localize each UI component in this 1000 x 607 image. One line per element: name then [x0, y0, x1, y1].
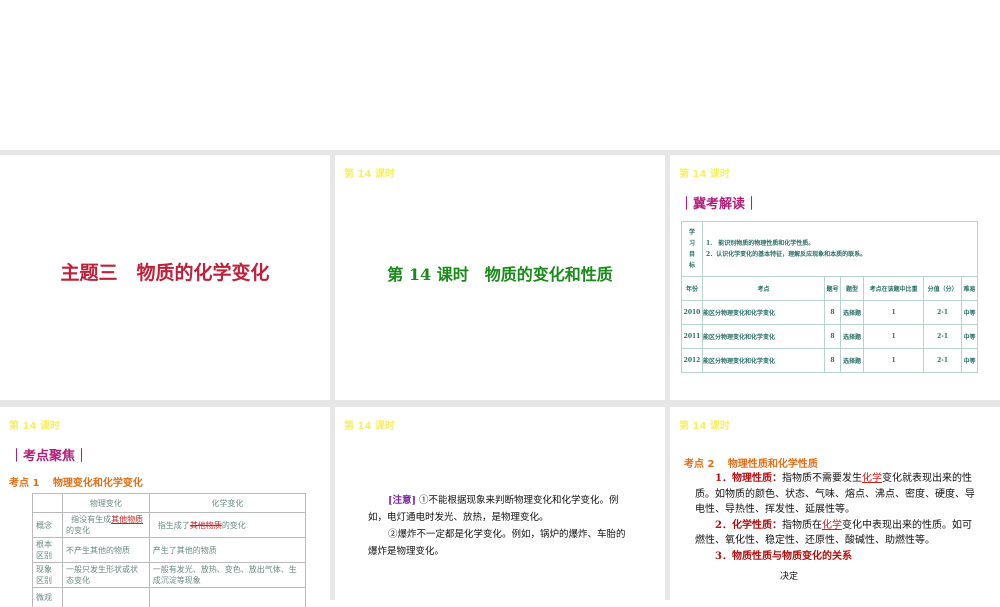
slide-4-thumbnail[interactable]: 第 14 课时 ｜考点聚焦｜ 考点 1 物理变化和化学变化 物理变化 化学变化 概… — [0, 407, 330, 607]
slide-5-thumbnail[interactable]: 第 14 课时 [注意] ①不能根据现象来判断物理变化和化学变化。例如，电灯通电… — [335, 407, 665, 607]
kaodian-title: 考点 2 物理性质和化学性质 — [684, 459, 818, 470]
table-header: 年份 考点 题号 题型 考点在该题中比重 分值（分） 难易 — [681, 276, 978, 301]
note-text: [注意] ①不能根据现象来判断物理变化和化学变化。例如，电灯通电时发光、放热，是… — [368, 495, 626, 557]
table-row: 2011 能区分物理变化和化学变化 8 选择题 1 2-1 中等 — [681, 324, 978, 349]
exam-table: 学习目标 1. 能识别物质的物理性质和化学性质。 2．认识化学变化的基本特征，理解… — [681, 221, 978, 373]
properties-text: 1．物理性质：指物质不需要发生化学变化就表现出来的性质。如物质的颜色、状态、气味… — [695, 473, 975, 582]
slide-title: 主题三 物质的化学变化 — [60, 262, 270, 284]
table-row: 2010 能区分物理变化和化学变化 8 选择题 1 2-1 中等 — [681, 300, 978, 325]
slide-6-thumbnail[interactable]: 第 14 课时 考点 2 物理性质和化学性质 1．物理性质：指物质不需要发生化学… — [670, 407, 1000, 607]
comparison-table: 物理变化 化学变化 概念 指没有生成其他物质的变化 指生成了其他物质的变化 根本区… — [32, 493, 307, 607]
table-row: 2012 能区分物理变化和化学变化 8 选择题 1 2-1 中等 — [681, 348, 978, 373]
slide-header: 第 14 课时 — [9, 421, 60, 432]
slide-header: 第 14 课时 — [344, 421, 395, 432]
slide-2-thumbnail[interactable]: 第 14 课时 第 14 课时 物质的变化和性质 — [335, 155, 665, 400]
slide-3-thumbnail[interactable]: 第 14 课时 ｜冀考解读｜ 学习目标 1. 能识别物质的物理性质和化学性质。 2… — [670, 155, 1000, 400]
section-title: ｜冀考解读｜ — [680, 197, 759, 212]
slide-1-thumbnail[interactable]: 主题三 物质的化学变化 — [0, 155, 330, 400]
slide-header: 第 14 课时 — [679, 421, 730, 432]
slide-title: 第 14 课时 物质的变化和性质 — [387, 265, 613, 284]
slide-sorter: 主题三 物质的化学变化 第 14 课时 第 14 课时 物质的变化和性质 第 1… — [0, 150, 1000, 607]
kaodian-title: 考点 1 物理变化和化学变化 — [9, 478, 143, 489]
slide-header: 第 14 课时 — [344, 169, 395, 180]
slide-header: 第 14 课时 — [679, 169, 730, 180]
section-title: ｜考点聚焦｜ — [10, 449, 89, 464]
